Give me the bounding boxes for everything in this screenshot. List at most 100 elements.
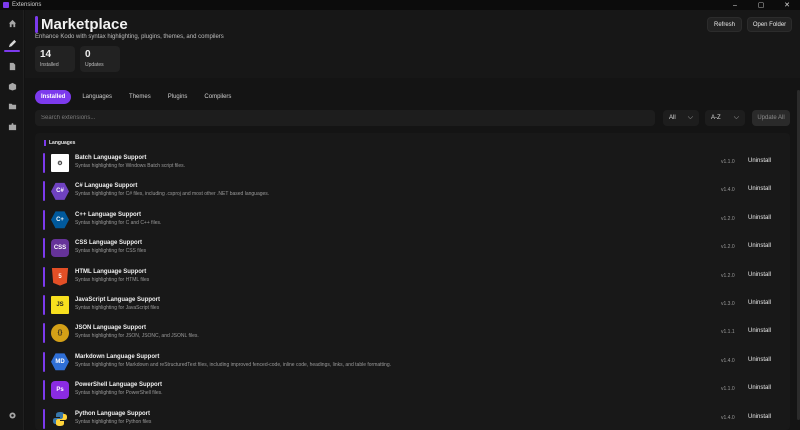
gear-icon xyxy=(8,411,16,419)
close-button[interactable]: ✕ xyxy=(774,0,800,10)
tab-compilers[interactable]: Compilers xyxy=(198,90,237,104)
extension-name: HTML Language Support xyxy=(75,268,147,275)
refresh-button[interactable]: Refresh xyxy=(707,17,742,32)
search-input[interactable] xyxy=(41,115,641,121)
extension-row[interactable]: MD Markdown Language Support Syntax highli… xyxy=(43,349,782,375)
extension-row[interactable]: {} JSON Language Support Syntax highlighti… xyxy=(43,320,782,346)
extension-description: Syntax highlighting for HTML files xyxy=(75,276,150,283)
uninstall-button[interactable]: Uninstall xyxy=(748,243,771,249)
rail-folders[interactable] xyxy=(0,97,24,115)
tab-themes[interactable]: Themes xyxy=(123,90,157,104)
minimize-button[interactable]: – xyxy=(722,0,748,10)
extension-description: Syntax highlighting for Python files xyxy=(75,418,152,425)
update-all-button[interactable]: Update All xyxy=(752,110,790,126)
uninstall-button[interactable]: Uninstall xyxy=(748,300,771,306)
extension-row[interactable]: C# C# Language Support Syntax highlighting… xyxy=(43,178,782,204)
window-titlebar: Extensions – ▢ ✕ xyxy=(0,0,800,10)
extension-version: v1.2.0 xyxy=(721,272,735,279)
extension-row[interactable]: Python Language Support Syntax highlighti… xyxy=(43,406,782,430)
extension-row[interactable]: C+ C++ Language Support Syntax highlightin… xyxy=(43,207,782,233)
extension-description: Syntax highlighting for C# files, includ… xyxy=(75,191,270,198)
icon-badge-text: MD xyxy=(55,358,65,365)
stat-updates: 0 Updates xyxy=(80,46,120,72)
tab-languages[interactable]: Languages xyxy=(76,90,118,104)
category-dropdown[interactable]: All ⌵ xyxy=(663,110,699,126)
batch-icon: ⚙ xyxy=(51,154,69,172)
cpp-icon: C+ xyxy=(51,211,69,229)
row-accent-bar xyxy=(43,238,45,259)
tab-installed[interactable]: Installed xyxy=(35,90,72,104)
rail-packages[interactable] xyxy=(0,77,24,95)
row-accent-bar xyxy=(43,209,45,230)
title-accent-bar xyxy=(35,16,38,33)
open-folder-button[interactable]: Open Folder xyxy=(747,17,792,32)
json-icon: {} xyxy=(51,324,69,343)
rail-files[interactable] xyxy=(0,57,24,75)
css-icon: CSS xyxy=(51,239,69,258)
tab-plugins[interactable]: Plugins xyxy=(162,90,194,104)
row-accent-bar xyxy=(43,351,45,372)
chevron-down-icon: ⌵ xyxy=(733,114,739,121)
rail-editor[interactable] xyxy=(0,34,24,52)
extension-row[interactable]: ⚙ Batch Language Support Syntax highlighti… xyxy=(43,150,782,176)
window-title: Extensions xyxy=(12,2,42,8)
uninstall-button[interactable]: Uninstall xyxy=(748,385,771,391)
extension-name: JavaScript Language Support xyxy=(75,297,161,303)
extension-name: Markdown Language Support xyxy=(75,353,160,360)
extension-row[interactable]: Ps PowerShell Language Support Syntax high… xyxy=(43,377,782,403)
extension-version: v1.1.0 xyxy=(721,159,735,165)
python-icon xyxy=(51,410,69,428)
stat-installed: 14 Installed xyxy=(35,46,75,72)
extension-version: v1.4.0 xyxy=(721,187,735,194)
category-dropdown-value: All xyxy=(669,115,676,121)
row-accent-bar xyxy=(43,153,45,173)
icon-badge-text: CSS xyxy=(53,245,67,252)
rail-extensions[interactable] xyxy=(0,117,24,135)
python-logo-shape xyxy=(53,411,67,426)
extension-description: Syntax highlighting for C and C++ files. xyxy=(75,219,162,226)
page-header: Marketplace Enhance Kodo with syntax hig… xyxy=(25,10,800,78)
row-accent-bar xyxy=(43,408,45,429)
window-controls: – ▢ ✕ xyxy=(722,0,800,10)
uninstall-button[interactable]: Uninstall xyxy=(748,186,771,192)
extension-description: Syntax highlighting for PowerShell files… xyxy=(75,390,163,397)
icon-badge-text: JS xyxy=(56,302,64,308)
stat-installed-label: Installed xyxy=(40,62,59,68)
uninstall-button[interactable]: Uninstall xyxy=(748,414,771,420)
uninstall-button[interactable]: Uninstall xyxy=(748,215,771,221)
rail-settings[interactable] xyxy=(0,406,24,424)
extension-row[interactable]: 5 HTML Language Support Syntax highlightin… xyxy=(43,264,782,290)
folder-icon xyxy=(8,103,16,109)
extension-version: v1.1.0 xyxy=(721,386,735,393)
app-icon xyxy=(3,2,9,8)
row-accent-bar xyxy=(43,266,45,287)
icon-badge-text: {} xyxy=(57,330,63,337)
javascript-icon: JS xyxy=(51,296,69,314)
csharp-icon: C# xyxy=(51,182,69,200)
activity-rail xyxy=(0,10,24,430)
extension-name: JSON Language Support xyxy=(75,325,147,332)
uninstall-button[interactable]: Uninstall xyxy=(748,272,771,278)
extension-description: Syntax highlighting for CSS files xyxy=(75,248,147,255)
stat-updates-value: 0 xyxy=(85,49,91,60)
search-box xyxy=(35,110,655,126)
icon-badge-text: ⚙ xyxy=(57,160,63,167)
sort-dropdown-value: A-Z xyxy=(711,115,721,121)
row-accent-bar xyxy=(43,295,45,315)
sort-dropdown[interactable]: A-Z ⌵ xyxy=(705,110,745,126)
page-subtitle: Enhance Kodo with syntax highlighting, p… xyxy=(35,34,224,40)
extension-row[interactable]: CSS CSS Language Support Syntax highlighti… xyxy=(43,235,782,261)
extension-row[interactable]: JS JavaScript Language Support Syntax high… xyxy=(43,292,782,318)
main-content: Marketplace Enhance Kodo with syntax hig… xyxy=(25,10,800,430)
row-accent-bar xyxy=(43,181,45,202)
chevron-down-icon: ⌵ xyxy=(687,114,693,121)
stat-installed-value: 14 xyxy=(40,49,52,60)
extension-name: Batch Language Support xyxy=(75,155,147,161)
rail-home[interactable] xyxy=(0,14,24,32)
markdown-icon: MD xyxy=(51,353,69,371)
pen-icon xyxy=(8,39,16,47)
maximize-button[interactable]: ▢ xyxy=(748,0,774,10)
uninstall-button[interactable]: Uninstall xyxy=(748,357,771,363)
uninstall-button[interactable]: Uninstall xyxy=(748,158,771,164)
uninstall-button[interactable]: Uninstall xyxy=(748,328,771,334)
